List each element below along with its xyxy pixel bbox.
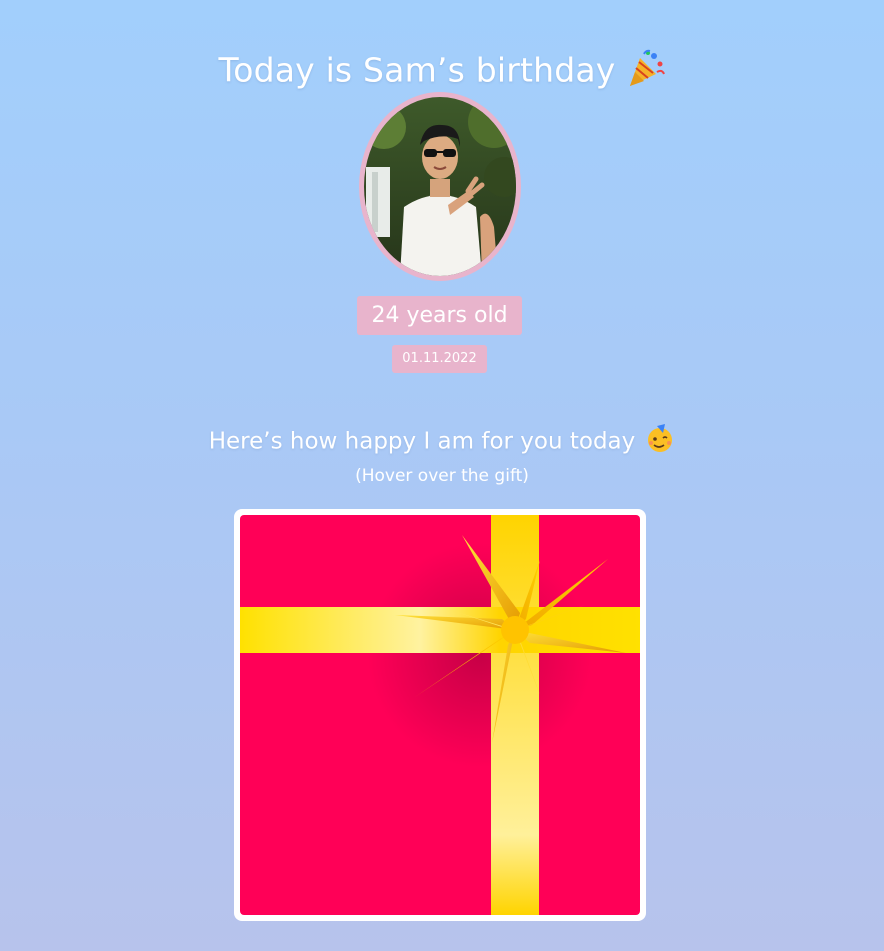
hover-hint: (Hover over the gift) [355, 466, 529, 486]
gift-heading: Here’s how happy I am for you today [0, 424, 884, 460]
page-title: Today is Sam’s birthday [0, 48, 884, 96]
party-popper-icon [626, 48, 666, 96]
gift-card[interactable] [234, 509, 646, 921]
profile-photo-frame [359, 92, 521, 281]
partying-face-icon [645, 424, 675, 460]
title-text: Today is Sam’s birthday [218, 50, 616, 90]
gift-heading-text: Here’s how happy I am for you today [208, 428, 636, 455]
date-badge: 01.11.2022 [392, 345, 487, 373]
profile-photo [364, 97, 516, 276]
gift-box-image[interactable] [240, 515, 640, 915]
age-badge: 24 years old [357, 296, 522, 335]
